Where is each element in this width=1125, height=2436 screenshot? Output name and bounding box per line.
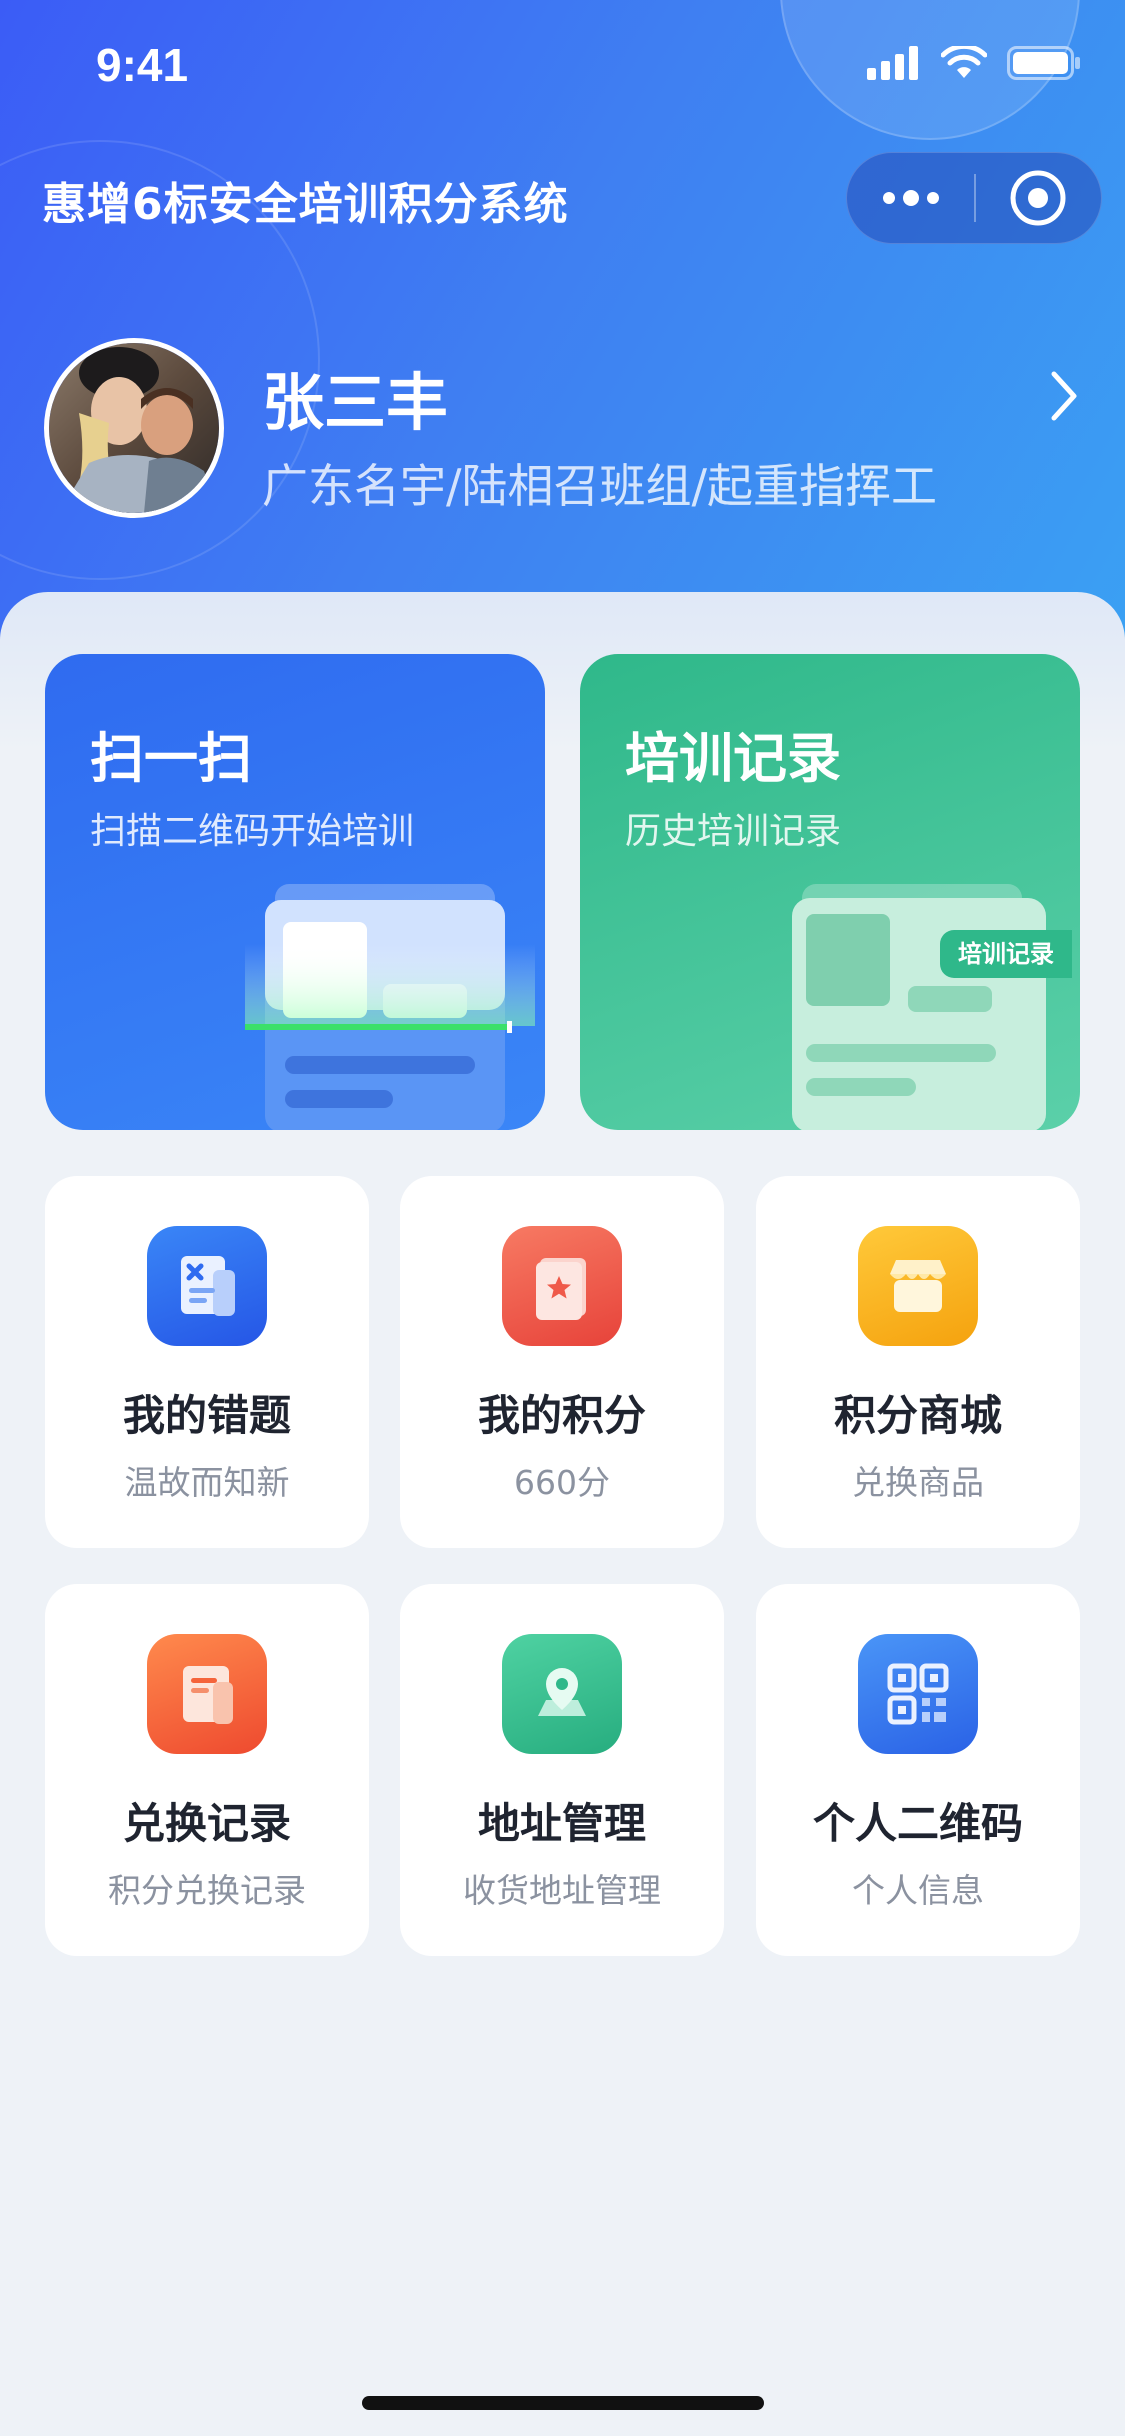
miniprogram-capsule xyxy=(846,152,1102,244)
battery-icon xyxy=(1007,46,1080,80)
tile-subtitle: 温故而知新 xyxy=(124,1463,290,1502)
status-icons xyxy=(867,46,1081,80)
location-pin-icon xyxy=(502,1634,622,1754)
more-dots-icon xyxy=(882,190,939,206)
tile-label: 积分商城 xyxy=(833,1391,1002,1440)
points-store-tile[interactable]: 积分商城 兑换商品 xyxy=(756,1176,1080,1548)
training-card-title: 培训记录 xyxy=(625,727,841,790)
personal-qr-tile[interactable]: 个人二维码 个人信息 xyxy=(756,1584,1080,1956)
wifi-icon xyxy=(941,46,987,78)
chevron-right-icon xyxy=(1051,371,1077,421)
user-name: 张三丰 xyxy=(262,366,449,439)
avatar xyxy=(44,338,224,518)
qr-code-icon xyxy=(858,1634,978,1754)
tile-subtitle: 660分 xyxy=(514,1463,610,1502)
tile-label: 我的错题 xyxy=(122,1391,291,1440)
my-points-tile[interactable]: 我的积分 660分 xyxy=(400,1176,724,1548)
scan-card[interactable]: 扫一扫 扫描二维码开始培训 xyxy=(45,654,545,1130)
target-circle-icon xyxy=(1010,170,1066,226)
scan-card-subtitle: 扫描二维码开始培训 xyxy=(90,811,415,852)
user-organization: 广东名宇/陆相召班组/起重指挥工 xyxy=(262,459,937,513)
tile-label: 地址管理 xyxy=(477,1799,646,1848)
training-record-icon xyxy=(792,884,1046,1130)
tile-label: 个人二维码 xyxy=(812,1799,1023,1848)
address-management-tile[interactable]: 地址管理 收货地址管理 xyxy=(400,1584,724,1956)
store-icon xyxy=(858,1226,978,1346)
status-time: 9:41 xyxy=(96,39,189,91)
tile-subtitle: 积分兑换记录 xyxy=(108,1871,306,1910)
wrong-questions-tile[interactable]: 我的错题 温故而知新 xyxy=(45,1176,369,1548)
tile-label: 我的积分 xyxy=(477,1391,646,1440)
tile-subtitle: 兑换商品 xyxy=(852,1463,984,1502)
status-bar: 9:41 xyxy=(0,0,1125,132)
wrong-questions-icon xyxy=(147,1226,267,1346)
points-star-icon xyxy=(502,1226,622,1346)
home-indicator[interactable] xyxy=(362,2396,764,2410)
exchange-record-icon xyxy=(147,1634,267,1754)
tile-subtitle: 个人信息 xyxy=(852,1871,984,1910)
scan-card-title: 扫一扫 xyxy=(90,727,252,790)
training-record-card[interactable]: 培训记录 历史培训记录 培训记录 xyxy=(580,654,1080,1130)
more-button[interactable] xyxy=(847,152,974,244)
signal-icon xyxy=(867,46,918,80)
tile-label: 兑换记录 xyxy=(122,1799,291,1848)
training-card-subtitle: 历史培训记录 xyxy=(625,811,842,852)
close-button[interactable] xyxy=(976,152,1101,244)
scan-document-icon xyxy=(245,884,535,1130)
profile-row[interactable]: 张三丰 广东名宇/陆相召班组/起重指挥工 xyxy=(44,338,1084,518)
tile-subtitle: 收货地址管理 xyxy=(463,1871,661,1910)
training-badge: 培训记录 xyxy=(940,930,1072,978)
app-title: 惠增6标安全培训积分系统 xyxy=(42,179,569,230)
exchange-record-tile[interactable]: 兑换记录 积分兑换记录 xyxy=(45,1584,369,1956)
